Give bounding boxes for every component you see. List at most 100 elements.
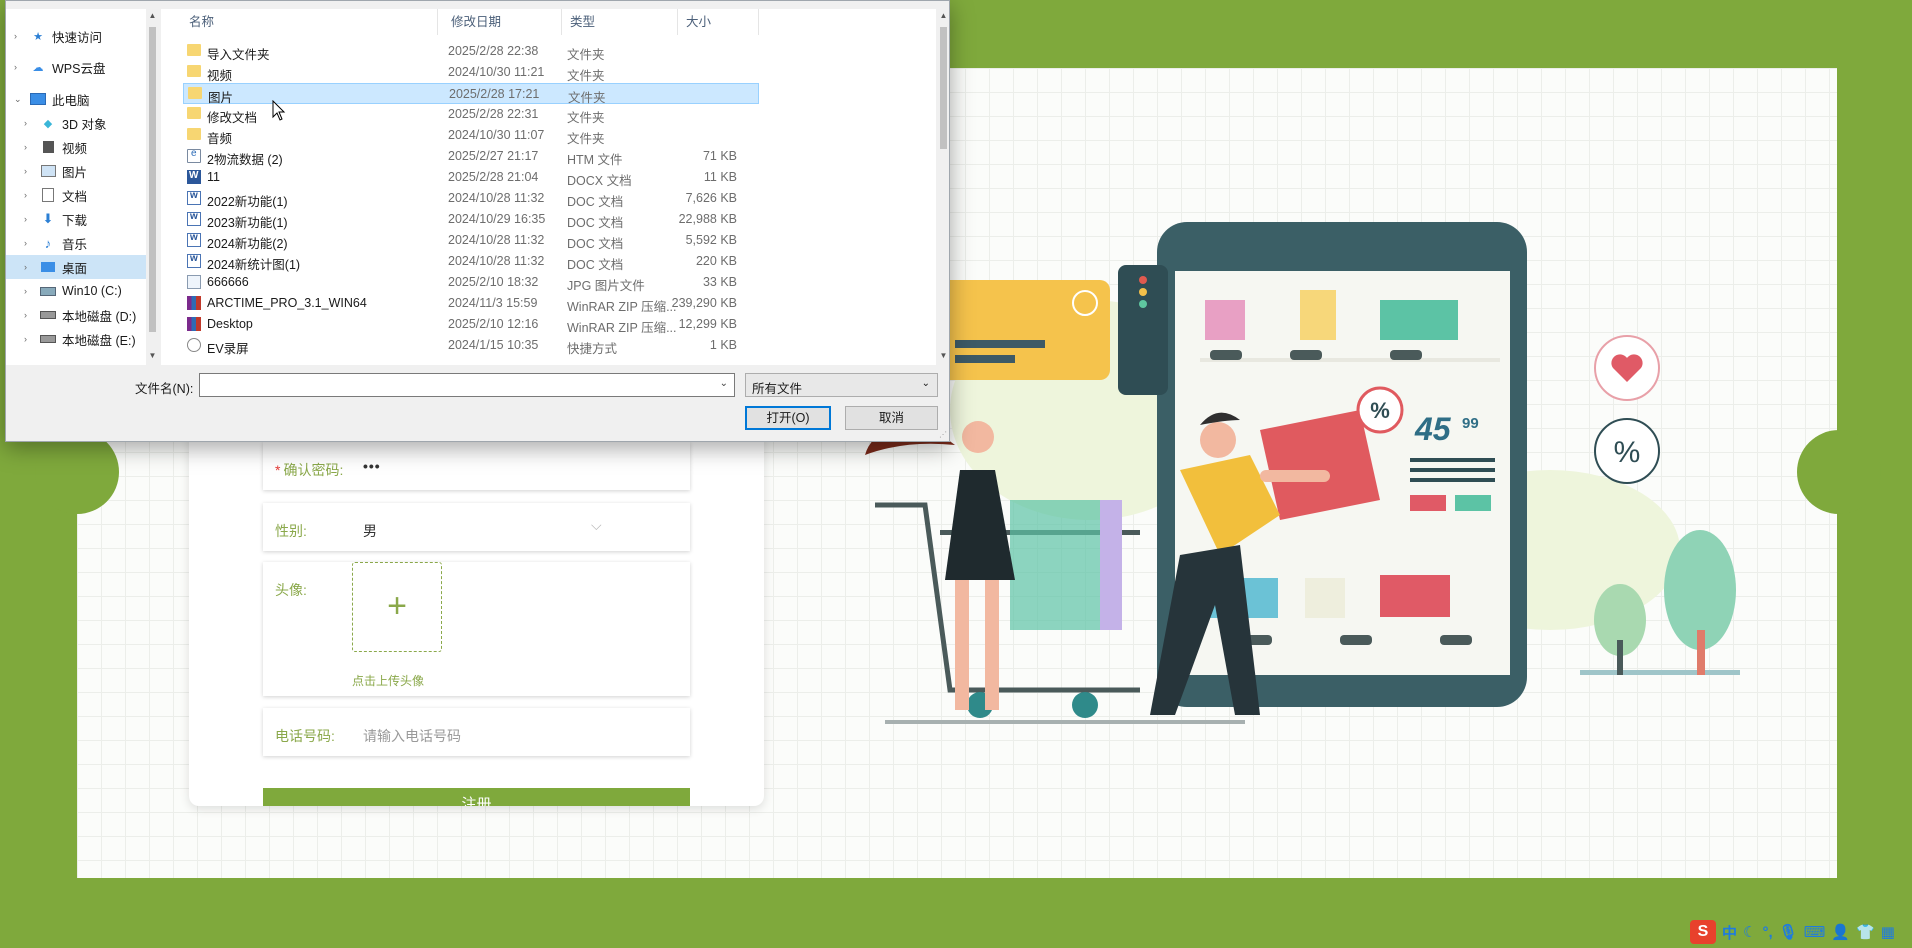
price-text: 45	[1414, 411, 1452, 447]
phone-input[interactable]: 请输入电话号码	[363, 726, 461, 746]
user-icon[interactable]: 👤	[1831, 923, 1850, 941]
expand-arrow-icon[interactable]: ›	[24, 334, 36, 344]
expand-arrow-icon[interactable]: ›	[24, 214, 36, 224]
nav-item-desktop[interactable]: › 桌面	[6, 255, 146, 279]
chevron-down-icon[interactable]: ⌵	[591, 517, 602, 534]
folder-icon	[187, 44, 201, 56]
nav-scrollbar[interactable]: ▲ ▼	[146, 9, 159, 365]
nav-item-videos[interactable]: › 视频	[16, 135, 156, 159]
doc-icon	[187, 232, 201, 247]
gender-select[interactable]: 性别: 男 ⌵	[263, 503, 690, 551]
expand-arrow-icon[interactable]: ›	[24, 190, 36, 200]
expand-arrow-icon[interactable]: ›	[24, 262, 36, 272]
nav-item-3d-objects[interactable]: › ◆ 3D 对象	[16, 111, 156, 135]
file-type: DOC 文档	[567, 237, 624, 251]
file-type-filter[interactable]: 所有文件 ⌄	[745, 373, 938, 397]
grid-icon[interactable]: ▦	[1881, 923, 1895, 941]
file-row[interactable]: 视频 2024/10/30 11:21 文件夹	[183, 62, 759, 83]
file-size: 12,299 KB	[678, 317, 737, 331]
file-name: ARCTIME_PRO_3.1_WIN64	[207, 296, 367, 310]
file-type: 快捷方式	[567, 342, 618, 356]
file-row[interactable]: 音频 2024/10/30 11:07 文件夹	[183, 125, 759, 146]
file-row[interactable]: 2024新统计图(1) 2024/10/28 11:32 DOC 文档 220 KB	[183, 251, 759, 272]
column-header-type[interactable]: 类型	[562, 9, 678, 35]
nav-item-quick-access[interactable]: › ★ 快速访问	[6, 24, 146, 48]
file-row[interactable]: EV录屏 2024/1/15 10:35 快捷方式 1 KB	[183, 335, 759, 356]
expand-arrow-icon[interactable]: ›	[24, 166, 36, 176]
scroll-thumb[interactable]	[940, 27, 947, 149]
nav-item-wps-cloud[interactable]: › ☁ WPS云盘	[6, 55, 146, 79]
confirm-password-input[interactable]: •••	[363, 458, 381, 474]
collapse-arrow-icon[interactable]: ⌄	[14, 94, 26, 105]
nav-item-this-pc[interactable]: ⌄ 此电脑	[6, 87, 146, 111]
expand-arrow-icon[interactable]: ›	[24, 238, 36, 248]
cancel-button[interactable]: 取消	[845, 406, 938, 430]
file-type: JPG 图片文件	[567, 279, 645, 293]
file-name: 2024新功能(2)	[207, 237, 288, 251]
keyboard-icon[interactable]: ⌨	[1804, 923, 1826, 941]
register-button[interactable]: 注册	[263, 788, 690, 806]
nav-item-downloads[interactable]: › ⬇ 下载	[16, 207, 156, 231]
nav-item-music[interactable]: › ♪ 音乐	[16, 231, 156, 255]
punctuation-icon[interactable]: °,	[1762, 924, 1772, 941]
file-row[interactable]: 2023新功能(1) 2024/10/29 16:35 DOC 文档 22,988 K…	[183, 209, 759, 230]
scroll-down-icon[interactable]: ▼	[937, 351, 950, 360]
file-row[interactable]: 666666 2025/2/10 18:32 JPG 图片文件 33 KB	[183, 272, 759, 293]
file-date: 2024/10/30 11:21	[448, 65, 545, 79]
scroll-up-icon[interactable]: ▲	[937, 11, 950, 20]
expand-arrow-icon[interactable]: ›	[24, 142, 36, 152]
file-row[interactable]: 2022新功能(1) 2024/10/28 11:32 DOC 文档 7,626 KB	[183, 188, 759, 209]
microphone-icon[interactable]: 🎙	[1779, 923, 1798, 941]
lnk-icon	[187, 338, 201, 352]
nav-label: 本地磁盘 (E:)	[62, 333, 136, 348]
file-row[interactable]: 图片 2025/2/28 17:21 文件夹	[183, 83, 759, 105]
file-row[interactable]: Desktop 2025/2/10 12:16 WinRAR ZIP 压缩... 12…	[183, 314, 759, 335]
filename-input[interactable]: ⌄	[199, 373, 735, 397]
nav-item-pictures[interactable]: › 图片	[16, 159, 156, 183]
expand-arrow-icon[interactable]: ›	[24, 286, 36, 296]
moon-icon[interactable]: ☾	[1743, 923, 1756, 941]
nav-label: 文档	[62, 189, 88, 204]
expand-arrow-icon[interactable]: ›	[14, 62, 26, 72]
file-row[interactable]: 11 2025/2/28 21:04 DOCX 文档 11 KB	[183, 167, 759, 188]
column-header-date[interactable]: 修改日期	[443, 9, 562, 35]
column-header-size[interactable]: 大小	[678, 9, 759, 35]
file-date: 2024/10/28 11:32	[448, 233, 545, 247]
expand-arrow-icon[interactable]: ›	[24, 118, 36, 128]
ime-toolbar: S 中 ☾ °, 🎙 ⌨ 👤 👕 ▦	[1690, 920, 1895, 944]
file-row[interactable]: 2物流数据 (2) 2025/2/27 21:17 HTM 文件 71 KB	[183, 146, 759, 167]
scroll-down-icon[interactable]: ▼	[146, 351, 159, 360]
scroll-up-icon[interactable]: ▲	[146, 11, 159, 20]
open-button[interactable]: 打开(O)	[745, 406, 831, 430]
gender-value[interactable]: 男	[363, 521, 377, 541]
skin-icon[interactable]: 👕	[1856, 923, 1875, 941]
scroll-thumb[interactable]	[149, 27, 156, 332]
sogou-logo-icon[interactable]: S	[1690, 920, 1716, 944]
nav-item-drive-c[interactable]: › Win10 (C:)	[16, 279, 156, 303]
file-row[interactable]: 2024新功能(2) 2024/10/28 11:32 DOC 文档 5,592 KB	[183, 230, 759, 251]
avatar-row: 头像: + 点击上传头像	[263, 562, 690, 696]
expand-arrow-icon[interactable]: ›	[24, 310, 36, 320]
file-row[interactable]: 修改文档 2025/2/28 22:31 文件夹	[183, 104, 759, 125]
price-cents-text: 99	[1462, 415, 1479, 432]
folder-icon	[188, 87, 202, 99]
nav-item-documents[interactable]: › 文档	[16, 183, 156, 207]
phone-row[interactable]: 电话号码: 请输入电话号码	[263, 708, 690, 756]
file-row[interactable]: 导入文件夹 2025/2/28 22:38 文件夹	[183, 41, 759, 62]
avatar-upload-button[interactable]: +	[352, 562, 442, 652]
file-size: 7,626 KB	[685, 191, 737, 205]
folder-icon	[187, 65, 201, 77]
cube-icon: ◆	[43, 117, 53, 130]
nav-item-drive-e[interactable]: › 本地磁盘 (E:)	[16, 327, 156, 351]
card-notch-right	[1797, 430, 1881, 514]
ime-mode-toggle[interactable]: 中	[1722, 922, 1737, 943]
file-date: 2024/1/15 10:35	[448, 338, 539, 352]
chevron-down-icon[interactable]: ⌄	[720, 378, 728, 389]
confirm-password-row[interactable]: * 确认密码: •••	[263, 442, 690, 490]
nav-item-drive-d[interactable]: › 本地磁盘 (D:)	[16, 303, 156, 327]
column-header-name[interactable]: 名称	[181, 9, 438, 35]
file-list-scrollbar[interactable]: ▲ ▼	[938, 9, 949, 365]
file-row[interactable]: ARCTIME_PRO_3.1_WIN64 2024/11/3 15:59 WinR…	[183, 293, 759, 314]
expand-arrow-icon[interactable]: ›	[14, 31, 26, 41]
resize-grip-icon[interactable]: ⋰	[939, 430, 947, 439]
